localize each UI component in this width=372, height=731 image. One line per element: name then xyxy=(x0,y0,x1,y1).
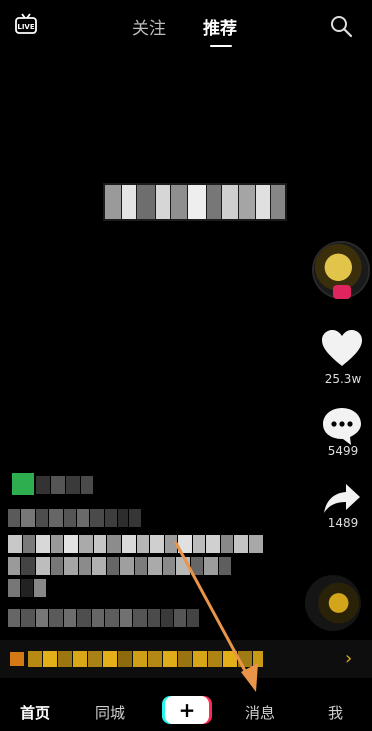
blurred-description-line-2 xyxy=(8,557,231,575)
blurred-author-name xyxy=(36,476,93,494)
blurred-handle xyxy=(8,509,141,527)
follow-plus-badge[interactable] xyxy=(333,285,351,299)
search-icon[interactable] xyxy=(329,14,353,38)
comment-icon[interactable] xyxy=(321,406,363,446)
promo-icon xyxy=(10,652,24,666)
blurred-description-line-3 xyxy=(8,579,46,597)
author-badge[interactable] xyxy=(12,473,34,495)
tab-recommend[interactable]: 推荐 xyxy=(203,14,237,39)
share-icon[interactable] xyxy=(322,482,362,516)
nav-me[interactable]: 我 xyxy=(328,702,343,723)
chevron-right-icon[interactable]: › xyxy=(345,648,359,669)
create-plus-icon[interactable]: + xyxy=(165,696,209,724)
blurred-description-line-1 xyxy=(8,535,263,553)
svg-text:LIVE: LIVE xyxy=(17,23,34,31)
blurred-promo-text xyxy=(28,651,263,667)
nav-city[interactable]: 同城 xyxy=(95,702,125,723)
blurred-music-line xyxy=(8,609,199,627)
live-icon[interactable]: LIVE xyxy=(14,12,38,36)
like-count: 25.3w xyxy=(324,372,362,386)
nav-home[interactable]: 首页 xyxy=(20,702,50,723)
comment-count: 5499 xyxy=(327,444,359,458)
tab-follow[interactable]: 关注 xyxy=(132,14,166,39)
active-tab-underline xyxy=(210,45,232,47)
share-count: 1489 xyxy=(327,516,359,530)
blurred-video-caption xyxy=(103,183,287,221)
music-disc-icon[interactable] xyxy=(305,575,361,631)
heart-icon[interactable] xyxy=(321,329,363,369)
nav-messages[interactable]: 消息 xyxy=(245,702,275,723)
